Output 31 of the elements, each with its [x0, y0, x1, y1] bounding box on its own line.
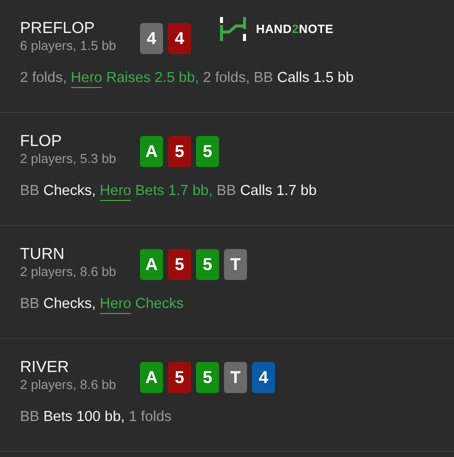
- logo-text: HAND2NOTE: [256, 22, 334, 36]
- playing-card: 4: [140, 23, 163, 54]
- action-summary: BB Checks, Hero Bets 1.7 bb, BB Calls 1.7 bb: [20, 183, 318, 199]
- action-summary: BB Bets 100 bb, 1 folds: [20, 409, 173, 425]
- street-title: RIVER: [20, 358, 70, 377]
- street-info: 2 players, 5.3 bb: [20, 151, 118, 166]
- logo-icon: [219, 17, 247, 41]
- hero-link[interactable]: Hero: [100, 183, 132, 201]
- playing-card: 5: [196, 362, 219, 393]
- action-summary: BB Checks, Hero Checks: [20, 296, 185, 312]
- street-info: 2 players, 8.6 bb: [20, 264, 118, 279]
- street-title: FLOP: [20, 132, 63, 151]
- street-info: 6 players, 1.5 bb: [20, 38, 118, 53]
- playing-card: 4: [168, 23, 191, 54]
- playing-card: A: [140, 249, 163, 280]
- playing-card: 5: [196, 136, 219, 167]
- playing-card: 5: [168, 136, 191, 167]
- street-title: PREFLOP: [20, 19, 96, 38]
- street-title: TURN: [20, 245, 66, 264]
- playing-card: 5: [168, 249, 191, 280]
- playing-card: 5: [196, 249, 219, 280]
- hero-link[interactable]: Hero: [70, 70, 102, 88]
- playing-card: T: [224, 249, 247, 280]
- hero-link[interactable]: Hero: [100, 296, 132, 314]
- playing-card: A: [140, 362, 163, 393]
- playing-card: 4: [252, 362, 275, 393]
- playing-card: A: [140, 136, 163, 167]
- playing-card: T: [224, 362, 247, 393]
- street-info: 2 players, 8.6 bb: [20, 377, 118, 392]
- playing-card: 5: [168, 362, 191, 393]
- action-summary: 2 folds, Hero Raises 2.5 bb, 2 folds, BB Calls 1.5 bb: [20, 70, 355, 86]
